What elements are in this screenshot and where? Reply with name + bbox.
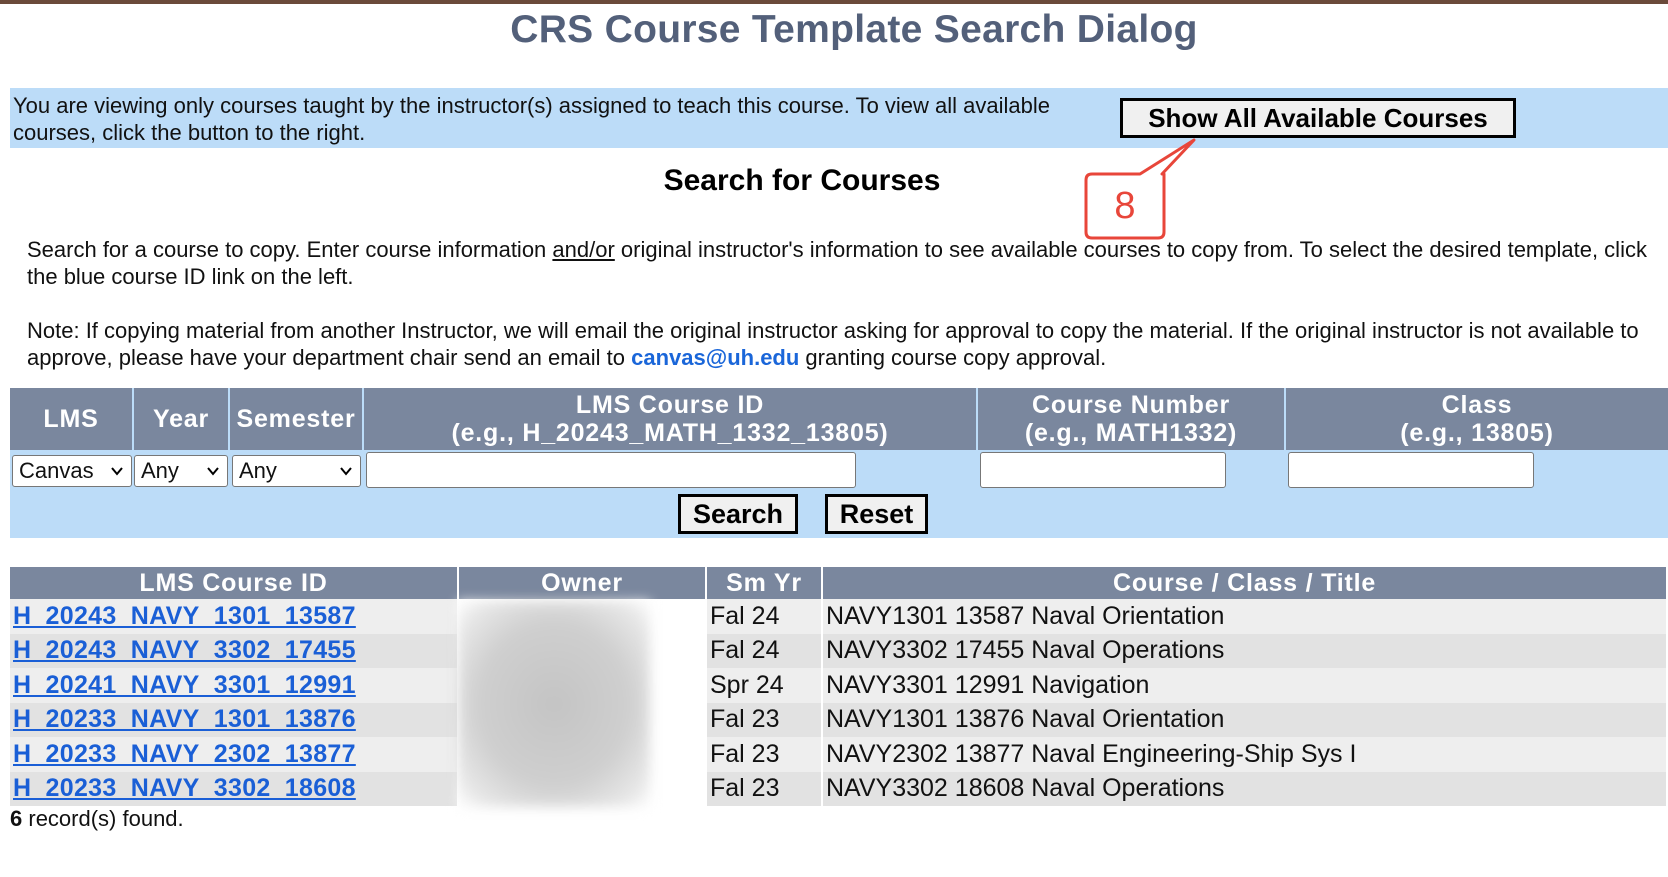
records-count: 6 <box>10 806 23 831</box>
title-cell: NAVY3302 17455 Naval Operations <box>822 633 1668 668</box>
table-row: H_20233_NAVY_1301_13876 Fal 23 NAVY1301 … <box>10 702 1668 737</box>
records-found: 6 record(s) found. <box>10 806 184 832</box>
course-id-input[interactable] <box>366 452 856 488</box>
col-semester: Semester <box>230 388 364 450</box>
results-col-title: Course / Class / Title <box>822 567 1668 599</box>
results-col-sm-yr: Sm Yr <box>706 567 823 599</box>
search-heading: Search for Courses <box>663 164 941 197</box>
chevron-down-icon <box>207 467 219 476</box>
course-number-input[interactable] <box>980 452 1226 488</box>
col-class: Class (e.g., 13805) <box>1286 388 1668 450</box>
show-all-courses-button[interactable]: Show All Available Courses <box>1120 98 1516 138</box>
col-class-label: Class <box>1441 391 1513 419</box>
search-form: LMS Year Semester LMS Course ID (e.g., H… <box>10 388 1668 538</box>
sm-yr-cell: Spr 24 <box>706 668 823 703</box>
col-class-hint: (e.g., 13805) <box>1400 419 1554 447</box>
desc-text-1: Search for a course to copy. Enter cours… <box>27 237 553 262</box>
notice-bar: You are viewing only courses taught by t… <box>10 88 1668 148</box>
email-link[interactable]: canvas@uh.edu <box>631 345 799 370</box>
copy-note: Note: If copying material from another I… <box>27 317 1667 371</box>
table-row: H_20233_NAVY_3302_18608 Fal 23 NAVY3302 … <box>10 771 1668 806</box>
course-id-link[interactable]: H_20243_NAVY_1301_13587 <box>13 602 356 630</box>
sm-yr-cell: Fal 23 <box>706 737 823 772</box>
year-select[interactable]: Any <box>134 455 228 487</box>
results-table: LMS Course ID Owner Sm Yr Course / Class… <box>10 567 1668 806</box>
notice-text: You are viewing only courses taught by t… <box>13 93 1051 145</box>
title-cell: NAVY1301 13587 Naval Orientation <box>822 599 1668 634</box>
semester-select-value: Any <box>239 458 277 483</box>
sm-yr-cell: Fal 23 <box>706 771 823 806</box>
col-semester-label: Semester <box>236 405 356 433</box>
col-lms: LMS <box>10 388 134 450</box>
col-course-number-hint: (e.g., MATH1332) <box>1024 419 1238 447</box>
search-description: Search for a course to copy. Enter cours… <box>27 236 1667 290</box>
search-button[interactable]: Search <box>678 494 798 534</box>
title-cell: NAVY2302 13877 Naval Engineering-Ship Sy… <box>822 737 1668 772</box>
course-id-cell: H_20233_NAVY_2302_13877 <box>10 737 459 772</box>
sm-yr-cell: Fal 23 <box>706 702 823 737</box>
table-row: H_20241_NAVY_3301_12991 Spr 24 NAVY3301 … <box>10 668 1668 703</box>
col-course-id-hint: (e.g., H_20243_MATH_1332_13805) <box>451 419 889 447</box>
note-text-2: granting course copy approval. <box>799 345 1107 370</box>
results-col-course-id: LMS Course ID <box>10 567 459 599</box>
lms-select-value: Canvas <box>19 458 94 483</box>
year-select-value: Any <box>141 458 179 483</box>
desc-underlined: and/or <box>552 237 615 262</box>
title-cell: NAVY3302 18608 Naval Operations <box>822 771 1668 806</box>
course-id-cell: H_20233_NAVY_1301_13876 <box>10 702 459 737</box>
page-title: CRS Course Template Search Dialog <box>510 8 1198 51</box>
col-year: Year <box>134 388 230 450</box>
search-form-header: LMS Year Semester LMS Course ID (e.g., H… <box>10 388 1668 450</box>
course-id-link[interactable]: H_20243_NAVY_3302_17455 <box>13 636 356 664</box>
title-cell: NAVY1301 13876 Naval Orientation <box>822 702 1668 737</box>
col-course-number: Course Number (e.g., MATH1332) <box>978 388 1286 450</box>
sm-yr-cell: Fal 24 <box>706 633 823 668</box>
records-suffix: record(s) found. <box>22 806 184 831</box>
semester-select[interactable]: Any <box>232 455 361 487</box>
owner-redaction <box>458 601 650 807</box>
reset-button[interactable]: Reset <box>825 494 928 534</box>
lms-select[interactable]: Canvas <box>12 455 132 487</box>
col-course-id: LMS Course ID (e.g., H_20243_MATH_1332_1… <box>364 388 978 450</box>
results-header-row: LMS Course ID Owner Sm Yr Course / Class… <box>10 567 1668 599</box>
callout-number: 8 <box>1114 185 1136 227</box>
course-id-link[interactable]: H_20233_NAVY_1301_13876 <box>13 705 356 733</box>
title-cell: NAVY3301 12991 Navigation <box>822 668 1668 703</box>
chevron-down-icon <box>340 467 352 476</box>
chevron-down-icon <box>111 467 123 476</box>
step-callout: 8 <box>1084 136 1214 246</box>
results-col-owner: Owner <box>458 567 707 599</box>
table-row: H_20243_NAVY_1301_13587 Fal 24 NAVY1301 … <box>10 599 1668 634</box>
course-id-cell: H_20243_NAVY_1301_13587 <box>10 599 459 634</box>
col-course-id-label: LMS Course ID <box>575 391 765 419</box>
class-input[interactable] <box>1288 452 1534 488</box>
sm-yr-cell: Fal 24 <box>706 599 823 634</box>
col-course-number-label: Course Number <box>1032 391 1230 419</box>
course-id-link[interactable]: H_20233_NAVY_2302_13877 <box>13 740 356 768</box>
col-year-label: Year <box>152 405 210 433</box>
table-row: H_20233_NAVY_2302_13877 Fal 23 NAVY2302 … <box>10 737 1668 772</box>
course-id-link[interactable]: H_20233_NAVY_3302_18608 <box>13 774 356 802</box>
course-id-link[interactable]: H_20241_NAVY_3301_12991 <box>13 671 356 699</box>
course-id-cell: H_20243_NAVY_3302_17455 <box>10 633 459 668</box>
course-id-cell: H_20233_NAVY_3302_18608 <box>10 771 459 806</box>
col-lms-label: LMS <box>43 405 99 433</box>
course-id-cell: H_20241_NAVY_3301_12991 <box>10 668 459 703</box>
table-row: H_20243_NAVY_3302_17455 Fal 24 NAVY3302 … <box>10 633 1668 668</box>
